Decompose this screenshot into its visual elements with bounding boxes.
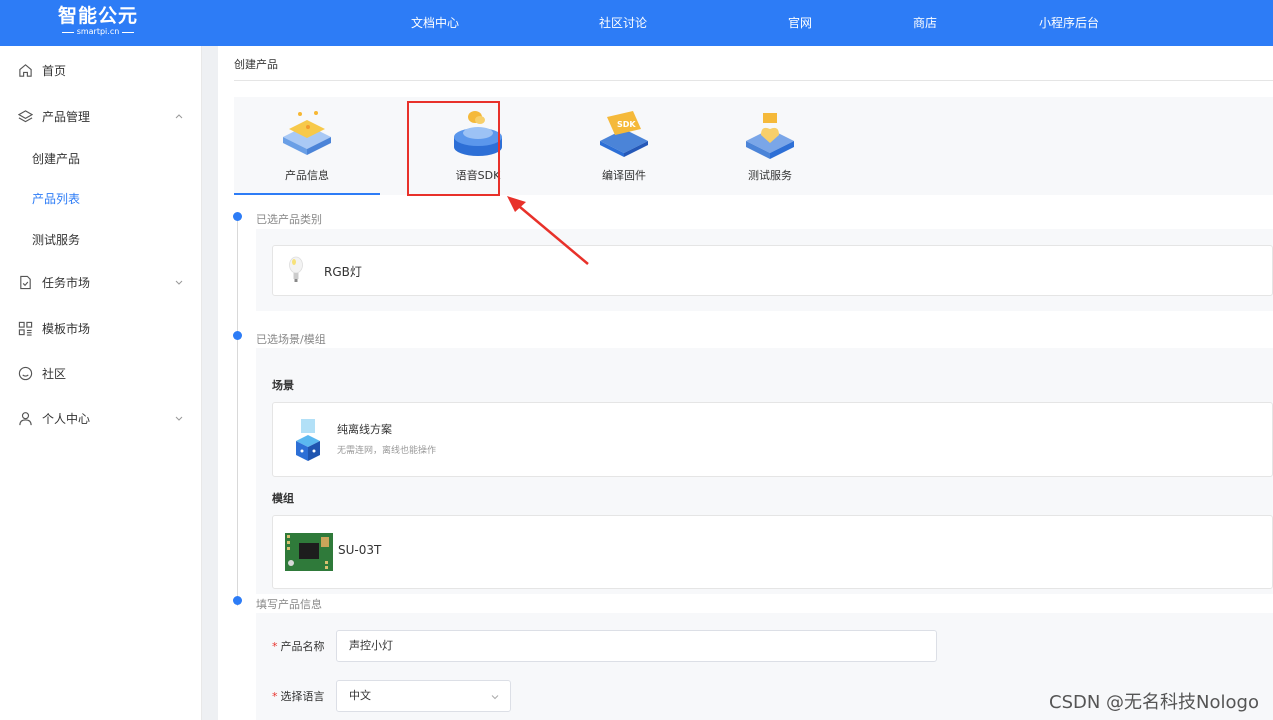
nav-docs[interactable]: 文档中心 bbox=[411, 0, 459, 46]
sdk-icon-glyph: SDK bbox=[617, 120, 636, 129]
grid-icon bbox=[18, 321, 33, 336]
light-bulb-icon bbox=[289, 256, 303, 282]
nav-community-discussion[interactable]: 社区讨论 bbox=[599, 0, 647, 46]
tab-label: 测试服务 bbox=[748, 169, 792, 182]
layers-icon bbox=[18, 109, 33, 122]
tab-label: 编译固件 bbox=[602, 169, 646, 182]
product-name-input[interactable]: 声控小灯 bbox=[336, 630, 937, 662]
logo-title: 智能公元 bbox=[57, 5, 138, 27]
sidebar-item-home[interactable]: 首页 bbox=[0, 50, 202, 90]
chevron-up-icon bbox=[175, 114, 183, 119]
scene-description: 无需连网，离线也能操作 bbox=[337, 446, 437, 456]
annotation-arrow bbox=[507, 196, 589, 265]
sidebar-item-product-list[interactable]: 产品列表 bbox=[0, 180, 202, 216]
nav-official-site[interactable]: 官网 bbox=[788, 0, 812, 46]
sidebar-item-create-product[interactable]: 创建产品 bbox=[0, 140, 202, 176]
tab-compile-firmware[interactable]: SDK 编译固件 bbox=[551, 97, 697, 195]
chevron-down-icon bbox=[175, 280, 183, 285]
scene-card[interactable]: 纯离线方案 无需连网，离线也能操作 bbox=[272, 402, 1273, 477]
required-asterisk: * bbox=[272, 690, 278, 703]
sidebar-item-label: 个人中心 bbox=[42, 411, 91, 426]
tab-product-info[interactable]: 产品信息 bbox=[234, 97, 380, 195]
sidebar-divider bbox=[202, 46, 218, 720]
sidebar-item-label: 首页 bbox=[42, 63, 67, 78]
required-asterisk: * bbox=[272, 640, 278, 653]
category-name: RGB灯 bbox=[324, 265, 362, 279]
section-label-product-info: 填写产品信息 bbox=[256, 598, 322, 611]
sidebar-item-personal-center[interactable]: 个人中心 bbox=[0, 398, 202, 438]
home-icon bbox=[19, 63, 32, 77]
module-name: SU-03T bbox=[338, 543, 382, 557]
category-card: RGB灯 bbox=[272, 245, 1273, 296]
sidebar-item-task-market[interactable]: 任务市场 bbox=[0, 262, 202, 302]
product-info-icon bbox=[283, 111, 331, 155]
sidebar-item-community[interactable]: 社区 bbox=[0, 353, 202, 393]
highlight-box bbox=[407, 101, 500, 196]
top-navigation-bar: 智能公元 smartpi.cn 文档中心 社区讨论 官网 商店 小程序后台 bbox=[0, 0, 1273, 46]
offline-scene-icon bbox=[296, 419, 320, 461]
tab-test-service[interactable]: 测试服务 bbox=[697, 97, 843, 195]
sidebar-item-label: 社区 bbox=[42, 366, 67, 381]
sidebar-item-test-service[interactable]: 测试服务 bbox=[0, 221, 202, 257]
user-icon bbox=[19, 411, 32, 425]
scene-heading: 场景 bbox=[272, 379, 294, 392]
smile-icon bbox=[18, 366, 33, 380]
module-heading: 模组 bbox=[272, 492, 294, 505]
logo-subtitle: smartpi.cn bbox=[76, 27, 120, 36]
brand-logo[interactable]: 智能公元 smartpi.cn bbox=[52, 5, 144, 41]
page-title: 创建产品 bbox=[234, 58, 278, 71]
category-panel: RGB灯 bbox=[256, 229, 1273, 311]
sidebar-item-label: 产品管理 bbox=[42, 109, 91, 124]
module-card[interactable]: SU-03T bbox=[272, 515, 1273, 589]
document-check-icon bbox=[20, 275, 31, 289]
language-label: * 选择语言 bbox=[272, 690, 325, 703]
timeline-dot bbox=[233, 212, 242, 221]
test-service-icon bbox=[746, 113, 794, 159]
title-divider bbox=[234, 80, 1273, 81]
sidebar-item-label: 创建产品 bbox=[32, 151, 81, 166]
sidebar-item-label: 任务市场 bbox=[42, 275, 91, 290]
section-label-category: 已选产品类别 bbox=[256, 213, 322, 226]
sidebar-item-label: 产品列表 bbox=[32, 191, 81, 206]
chevron-down-icon bbox=[491, 695, 499, 700]
sidebar-item-product-management[interactable]: 产品管理 bbox=[0, 96, 202, 136]
sidebar-item-template-market[interactable]: 模板市场 bbox=[0, 308, 202, 348]
language-select-value: 中文 bbox=[349, 689, 371, 702]
timeline-dot bbox=[233, 331, 242, 340]
step-tabs: 产品信息 语音SDK SDK 编译固件 测试服务 bbox=[234, 97, 1273, 195]
sidebar-item-label: 模板市场 bbox=[42, 321, 91, 336]
tab-label: 产品信息 bbox=[285, 169, 329, 182]
watermark: CSDN @无名科技Nologo bbox=[1049, 692, 1259, 713]
timeline-dot bbox=[233, 596, 242, 605]
timeline-line bbox=[237, 216, 238, 606]
product-name-label: * 产品名称 bbox=[272, 640, 325, 653]
scene-name: 纯离线方案 bbox=[337, 423, 392, 436]
module-board-image bbox=[285, 533, 333, 571]
sidebar-item-label: 测试服务 bbox=[32, 232, 81, 247]
sidebar: 首页 产品管理 创建产品 产品列表 测试服务 任务市场 模板市场 社区 个人中心 bbox=[0, 46, 202, 720]
main-content: 创建产品 产品信息 语音SDK SDK 编译固件 测试服务 已选产品类别 RGB… bbox=[218, 46, 1273, 720]
nav-store[interactable]: 商店 bbox=[913, 0, 937, 46]
active-tab-underline bbox=[234, 193, 380, 195]
chevron-down-icon bbox=[175, 416, 183, 421]
nav-mini-program-admin[interactable]: 小程序后台 bbox=[1039, 0, 1099, 46]
section-label-scene-module: 已选场景/模组 bbox=[256, 333, 326, 346]
scene-module-panel: 场景 纯离线方案 无需连网，离线也能操作 模组 SU-03T bbox=[256, 348, 1273, 594]
compile-firmware-icon: SDK bbox=[600, 111, 648, 157]
language-select[interactable]: 中文 bbox=[336, 680, 511, 712]
